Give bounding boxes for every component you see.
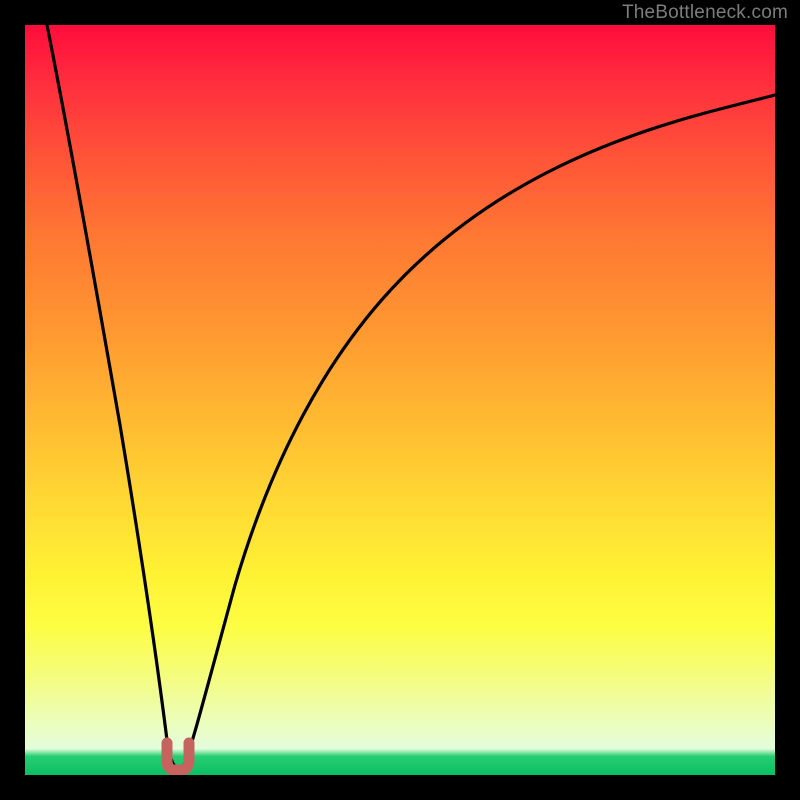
chart-svg bbox=[25, 25, 775, 775]
watermark-text: TheBottleneck.com bbox=[622, 2, 788, 24]
outer-frame: TheBottleneck.com bbox=[0, 0, 800, 800]
current-config-marker bbox=[167, 743, 189, 770]
plot-area bbox=[25, 25, 775, 775]
bottleneck-curve bbox=[47, 25, 775, 768]
